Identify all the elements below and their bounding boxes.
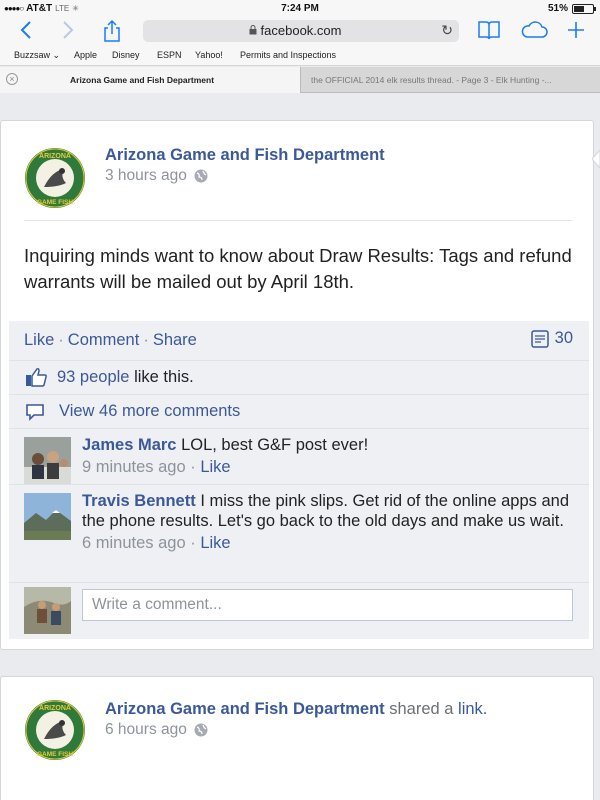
tab-title: the OFFICIAL 2014 elk results thread. - …	[311, 75, 552, 85]
comment-link[interactable]: Comment	[68, 331, 140, 349]
shared-link[interactable]: link.	[458, 700, 487, 718]
post-card: ARIZONA GAME FISH Arizona Game and Fish …	[0, 676, 594, 800]
separator: ·	[58, 331, 64, 349]
browser-toolbar: facebook.com ↻	[0, 18, 600, 44]
bookmark-item[interactable]: Apple	[74, 50, 97, 60]
separator: ·	[143, 331, 149, 349]
likes-suffix: like this.	[134, 368, 194, 386]
tab-bar: × Arizona Game and Fish Department the O…	[0, 67, 600, 93]
page-name-link[interactable]: Arizona Game and Fish Department	[105, 146, 385, 165]
share-link[interactable]: Share	[153, 331, 197, 349]
reload-icon[interactable]: ↻	[441, 22, 453, 39]
write-comment-row: Write a comment...	[9, 583, 589, 639]
comment-text: LOL, best G&F post ever!	[181, 436, 369, 454]
address-bar[interactable]: facebook.com ↻	[143, 20, 459, 42]
svg-text:GAME FISH: GAME FISH	[37, 199, 73, 206]
post-header: Arizona Game and Fish Department shared …	[105, 700, 487, 719]
new-tab-icon[interactable]	[566, 20, 586, 45]
header-divider	[24, 220, 573, 221]
post-timestamp[interactable]: 3 hours ago	[105, 167, 208, 185]
azgfd-logo[interactable]: ARIZONA GAME FISH	[24, 699, 86, 761]
azgfd-logo[interactable]: ARIZONA GAME FISH	[24, 147, 86, 209]
url-text: facebook.com	[260, 23, 342, 38]
svg-text:GAME FISH: GAME FISH	[37, 751, 73, 758]
post-time: 3 hours ago	[105, 167, 187, 184]
bookmark-item[interactable]: Buzzsaw ⌄	[14, 50, 60, 61]
comment-count-value: 30	[554, 329, 573, 347]
tab-inactive[interactable]: the OFFICIAL 2014 elk results thread. - …	[301, 67, 600, 93]
comment-like-link[interactable]: Like	[200, 458, 230, 476]
comment-time[interactable]: 9 minutes ago	[82, 458, 186, 476]
forward-button[interactable]	[62, 21, 74, 43]
bookmark-item[interactable]: ESPN	[157, 50, 182, 60]
bookmark-item[interactable]: Yahoo!	[195, 50, 223, 60]
current-user-avatar[interactable]	[24, 587, 71, 634]
comment-author[interactable]: Travis Bennett	[82, 492, 196, 510]
tab-title: Arizona Game and Fish Department	[70, 75, 215, 85]
svg-text:ARIZONA: ARIZONA	[39, 705, 71, 712]
view-more-comments[interactable]: View 46 more comments	[9, 395, 589, 429]
side-arrow-icon	[592, 150, 600, 168]
post-timestamp[interactable]: 6 hours ago	[105, 721, 208, 739]
close-tab-icon[interactable]: ×	[6, 73, 18, 85]
post-actions: Like · Comment · Share 30	[9, 321, 589, 361]
comment-time[interactable]: 6 minutes ago	[82, 534, 186, 552]
shared-text: shared a	[389, 700, 454, 718]
like-link[interactable]: Like	[24, 331, 54, 349]
page-name-link[interactable]: Arizona Game and Fish Department	[105, 700, 385, 718]
likes-summary: 93 people like this.	[9, 361, 589, 395]
post-time: 6 hours ago	[105, 721, 187, 738]
comment-input[interactable]: Write a comment...	[82, 589, 573, 621]
globe-icon	[194, 723, 208, 737]
comment-item: Travis Bennett I miss the pink slips. Ge…	[9, 485, 589, 583]
tab-active[interactable]: × Arizona Game and Fish Department	[0, 67, 301, 93]
comment-count[interactable]: 30	[530, 329, 573, 348]
globe-icon	[194, 169, 208, 183]
post-card: ARIZONA GAME FISH Arizona Game and Fish …	[0, 120, 594, 650]
view-more-comments-link[interactable]: View 46 more comments	[59, 402, 240, 421]
comment-like-link[interactable]: Like	[200, 534, 230, 552]
likes-count-link[interactable]: 93 people	[57, 368, 130, 386]
post-text: Inquiring minds want to know about Draw …	[24, 245, 572, 292]
comment-author[interactable]: James Marc	[82, 436, 176, 454]
bookmarks-bar: Buzzsaw ⌄ Apple Disney ESPN Yahoo! Permi…	[0, 44, 600, 66]
svg-text:ARIZONA: ARIZONA	[39, 153, 71, 160]
bookmark-item[interactable]: Permits and Inspections	[240, 50, 336, 60]
speech-bubble-icon	[26, 404, 44, 421]
status-bar: ●●●●○ AT&T LTE ✳ 7:24 PM 51%	[0, 0, 600, 18]
comment-item: James Marc LOL, best G&F post ever! 9 mi…	[9, 429, 589, 485]
back-button[interactable]	[20, 21, 32, 43]
thumbs-up-icon	[26, 368, 47, 387]
share-icon[interactable]	[103, 19, 121, 47]
comment-count-icon	[530, 329, 549, 348]
status-time: 7:24 PM	[281, 3, 319, 14]
icloud-tabs-icon[interactable]	[520, 20, 548, 45]
bookmarks-icon[interactable]	[478, 20, 500, 45]
feedback-section: Like · Comment · Share 30 93 people like thi…	[9, 321, 589, 639]
battery-percent: 51%	[547, 3, 568, 14]
bookmark-item[interactable]: Disney	[112, 50, 140, 60]
battery-icon	[572, 3, 596, 14]
commenter-avatar[interactable]	[24, 493, 71, 540]
commenter-avatar[interactable]	[24, 437, 71, 484]
